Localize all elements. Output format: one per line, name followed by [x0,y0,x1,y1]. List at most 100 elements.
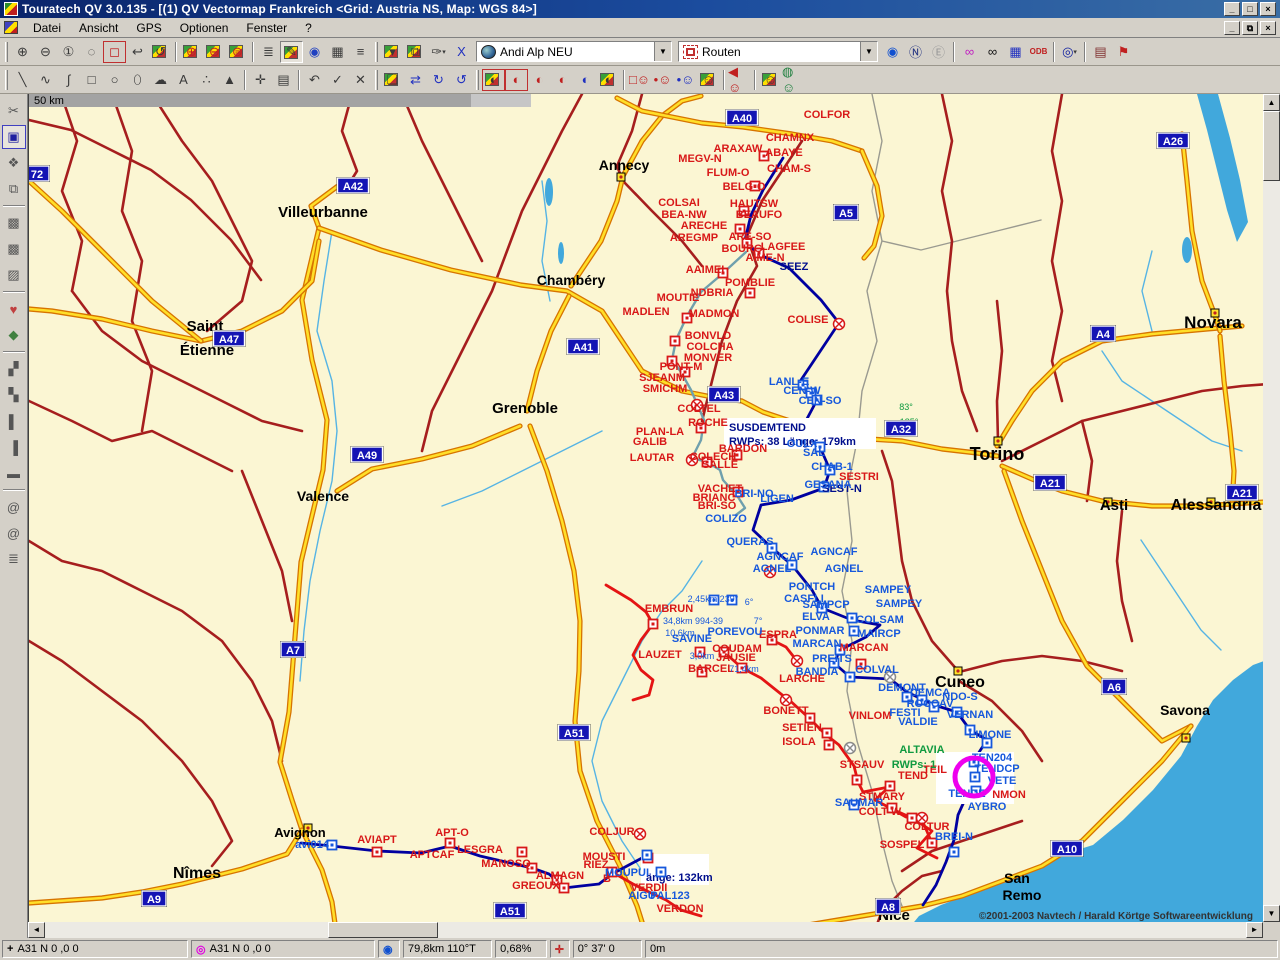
map-copy-icon[interactable]: ⧉ [404,41,427,63]
symbol-heart-icon[interactable]: ♥ [2,297,26,321]
waypoint-marker[interactable] [823,729,832,738]
maps-visibility-icon[interactable]: ◐ [597,69,620,91]
chevron-down-icon[interactable]: ▼ [654,42,671,61]
draw-triangle-icon[interactable]: ▲ [218,69,241,91]
wp-visibility-blue-icon[interactable]: ◐ [574,69,597,91]
draw-text-icon[interactable]: A [172,69,195,91]
block-dots-2-icon[interactable]: ▚ [2,383,26,407]
bar-left-icon[interactable]: ▌ [2,409,26,433]
minimize-button[interactable]: _ [1224,2,1240,16]
label-style-icon[interactable]: ✑ ▾ [427,41,450,63]
waypoint-marker[interactable] [328,841,337,850]
find-icon[interactable]: ∞ [981,41,1004,63]
pattern-dots-1-icon[interactable]: ▩ [2,211,26,235]
crossed-waypoint-marker[interactable] [834,319,845,330]
waypoint-marker[interactable] [950,848,959,857]
db-grid-icon[interactable]: ▦ [1004,41,1027,63]
map-zoom-out-icon[interactable]: ⊖ [203,41,226,63]
apply-icon[interactable]: ✓ [326,69,349,91]
chevron-down-icon[interactable]: ▼ [860,42,877,61]
bar-low-icon[interactable]: ▬ [2,461,26,485]
wp-transfer-icon[interactable]: ↻ [427,69,450,91]
crossed-waypoint-marker[interactable] [781,695,792,706]
waypoint-marker[interactable] [886,782,895,791]
horizontal-scroll-thumb[interactable] [328,922,438,938]
wp-visibility-red-icon[interactable]: ◐ [551,69,574,91]
legend-icon[interactable]: ≡ [349,41,372,63]
waypoint-marker[interactable] [643,851,652,860]
waypoint-marker[interactable] [825,741,834,750]
tiles-icon[interactable]: ❖ [2,151,26,175]
layers-icon[interactable]: ≣ [257,41,280,63]
list-lines-icon[interactable]: ≣ [2,547,26,571]
zoom-area-icon[interactable]: ◌ [80,41,103,63]
zoom-100-icon[interactable]: ① [57,41,80,63]
grid-icon[interactable]: ▦ [326,41,349,63]
draw-circle-icon[interactable]: ○ [103,69,126,91]
target-icon[interactable]: ◎ ▾ [1058,41,1081,63]
child-restore-button[interactable]: ⧉ [1242,21,1258,35]
route-select-icon[interactable]: □☺ [628,69,651,91]
scroll-up-arrow[interactable]: ▲ [1263,94,1280,111]
maximize-button[interactable]: □ [1242,2,1258,16]
route-transfer-icon[interactable]: ⇄ [404,69,427,91]
close-button[interactable]: × [1260,2,1276,16]
draw-ellipse-icon[interactable]: ⬯ [126,69,149,91]
menu-datei[interactable]: Datei [24,19,70,37]
scroll-down-arrow[interactable]: ▼ [1263,905,1280,922]
horizontal-scrollbar[interactable]: ◄ ► [28,922,1263,938]
snap-grid-icon[interactable]: ✛ [249,69,272,91]
menu-fenster[interactable]: Fenster [237,19,296,37]
delete-x-icon[interactable]: X [450,41,473,63]
map-edit-icon[interactable]: ✎ [280,41,303,63]
cancel-icon[interactable]: ✕ [349,69,372,91]
waypoint-marker[interactable] [846,673,855,682]
flag-route-icon[interactable]: ⚑ [1112,41,1135,63]
track-visibility-icon[interactable]: ◐ [505,69,528,91]
wp-select-red-icon[interactable]: •☺ [651,69,674,91]
hatch-icon[interactable]: ▤ [272,69,295,91]
eye-icon[interactable]: ◉ [881,41,904,63]
mdi-child-icon[interactable] [4,21,18,34]
route-select-combo[interactable]: Routen▼ [678,41,878,62]
track-transfer-icon[interactable]: ↺ [450,69,473,91]
crossed-waypoint-marker[interactable] [792,656,803,667]
wp-select-blue-icon[interactable]: •☺ [674,69,697,91]
toolbar-grip[interactable] [375,70,378,90]
scroll-left-arrow[interactable]: ◄ [28,922,45,938]
zoom-in-icon[interactable]: ⊕ [11,41,34,63]
at-circle-2-icon[interactable]: @ [2,521,26,545]
crossed-waypoint-marker[interactable] [635,829,646,840]
crossed-waypoint-marker[interactable] [845,743,856,754]
compass-icon[interactable]: ◉ [303,41,326,63]
map-zoom-in-icon[interactable]: ⊕ [180,41,203,63]
waypoint-marker[interactable] [560,884,569,893]
menu-help[interactable]: ? [296,19,321,37]
zoom-select-icon[interactable]: ◻ [103,41,126,63]
page-copy-icon[interactable]: ⧉ [2,177,26,201]
map-canvas[interactable]: SUSDEMTENDRWPs: 38 Länge: 179kmänge: 132… [28,94,1263,922]
report-icon[interactable]: ▤ [1089,41,1112,63]
vertical-scrollbar[interactable]: ▲ ▼ [1263,94,1280,922]
waypoint-marker[interactable] [446,839,455,848]
draw-polyline-icon[interactable]: ∿ [34,69,57,91]
scroll-right-arrow[interactable]: ► [1246,922,1263,938]
pattern-dots-2-icon[interactable]: ▩ [2,237,26,261]
route-visibility-red-icon[interactable]: ◐ [528,69,551,91]
bar-right-icon[interactable]: ▐ [2,435,26,459]
map-select-combo[interactable]: Andi Alp NEU▼ [476,41,672,62]
undo-icon[interactable]: ↶ [303,69,326,91]
zoom-back-icon[interactable]: ↩ [126,41,149,63]
waypoint-marker[interactable] [518,848,527,857]
maps-select-icon[interactable]: ☺ [697,69,720,91]
child-minimize-button[interactable]: _ [1224,21,1240,35]
odb-icon[interactable]: ODB [1027,41,1050,63]
map-new-icon[interactable]: ❏ [381,69,404,91]
map-visibility-icon[interactable]: ◐ [482,69,505,91]
notes-icon[interactable]: Ⓝ [904,41,927,63]
zoom-out-icon[interactable]: ⊖ [34,41,57,63]
draw-polygon-icon[interactable]: ☁ [149,69,172,91]
waypoint-marker[interactable] [657,868,666,877]
save-icon[interactable]: ▣ [2,125,26,149]
waypoint-marker[interactable] [671,337,680,346]
